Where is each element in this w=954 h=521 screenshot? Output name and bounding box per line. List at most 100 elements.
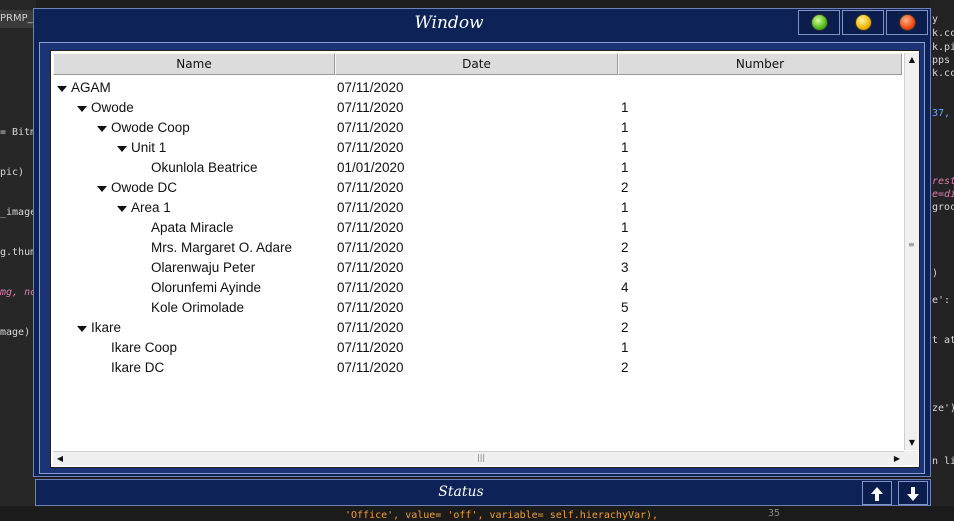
tree-row[interactable]: Owode DC 07/11/2020 2 xyxy=(51,178,903,198)
row-date: 07/11/2020 xyxy=(337,240,404,255)
row-date: 07/11/2020 xyxy=(337,280,404,295)
expand-triangle-icon[interactable] xyxy=(57,86,67,92)
column-header-name[interactable]: Name xyxy=(53,53,335,75)
background-code: t at xyxy=(932,335,954,346)
status-label: Status xyxy=(438,484,484,500)
row-name: Olorunfemi Ayinde xyxy=(151,280,262,295)
expand-triangle-icon[interactable] xyxy=(117,206,127,212)
tree-row[interactable]: AGAM 07/11/2020 xyxy=(51,78,903,98)
background-code: pic) xyxy=(0,167,25,178)
arrow-up-icon xyxy=(871,487,883,501)
background-code: rest xyxy=(932,176,954,187)
background-code: k.pi xyxy=(932,42,954,53)
tree-row[interactable]: Area 1 07/11/2020 1 xyxy=(51,198,903,218)
tree-row[interactable]: Ikare DC 07/11/2020 2 xyxy=(51,358,903,378)
row-number: 1 xyxy=(621,100,629,115)
tree-row[interactable]: Ikare 07/11/2020 2 xyxy=(51,318,903,338)
background-code: e=di xyxy=(932,189,954,200)
background-line-number: 35 xyxy=(768,508,781,519)
background-code: groc xyxy=(932,202,954,213)
tree-row[interactable]: Mrs. Margaret O. Adare 07/11/2020 2 xyxy=(51,238,903,258)
expand-triangle-icon[interactable] xyxy=(97,126,107,132)
row-date: 07/11/2020 xyxy=(337,320,404,335)
background-code: k.cc xyxy=(932,68,954,79)
scroll-left-icon[interactable]: ◀ xyxy=(53,452,67,466)
tree-row[interactable]: Olarenwaju Peter 07/11/2020 3 xyxy=(51,258,903,278)
row-name: Ikare xyxy=(91,320,122,335)
row-name: Olarenwaju Peter xyxy=(151,260,256,275)
close-button[interactable] xyxy=(886,10,928,35)
row-name: Apata Miracle xyxy=(151,220,234,235)
row-name: Okunlola Beatrice xyxy=(151,160,258,175)
tree-row[interactable]: Owode 07/11/2020 1 xyxy=(51,98,903,118)
expand-triangle-icon[interactable] xyxy=(97,186,107,192)
row-name: Ikare DC xyxy=(111,360,165,375)
row-name: Owode Coop xyxy=(111,120,190,135)
arrow-up-button[interactable] xyxy=(862,481,892,505)
scroll-grip-icon[interactable]: ≡ xyxy=(908,240,915,249)
scroll-grip-icon[interactable]: ||| xyxy=(477,453,485,462)
background-code: n li xyxy=(932,456,954,467)
row-date: 07/11/2020 xyxy=(337,180,404,195)
row-number: 2 xyxy=(621,360,629,375)
scrollbar-corner xyxy=(904,451,918,465)
vertical-scrollbar[interactable]: ▲ ≡ ▼ xyxy=(904,53,919,450)
background-code: 37, xyxy=(932,108,951,119)
row-name: Unit 1 xyxy=(131,140,167,155)
expand-triangle-icon[interactable] xyxy=(77,106,87,112)
background-code: mg, nc xyxy=(0,287,37,298)
row-date: 07/11/2020 xyxy=(337,140,404,155)
row-number: 1 xyxy=(621,200,629,215)
minimize-button[interactable] xyxy=(842,10,884,35)
row-date: 07/11/2020 xyxy=(337,200,404,215)
horizontal-scrollbar[interactable]: ◀ ||| ▶ xyxy=(53,451,904,466)
row-date: 07/11/2020 xyxy=(337,360,404,375)
row-name: Owode DC xyxy=(111,180,178,195)
scroll-down-icon[interactable]: ▼ xyxy=(905,436,919,450)
tree-row[interactable]: Olorunfemi Ayinde 07/11/2020 4 xyxy=(51,278,903,298)
background-code: mage) xyxy=(0,327,31,338)
row-number: 2 xyxy=(621,240,629,255)
content-frame: Name Date Number AGAM 07/11/2020 Owode 07/1… xyxy=(39,42,925,474)
tree-row[interactable]: Owode Coop 07/11/2020 1 xyxy=(51,118,903,138)
tree-row[interactable]: Apata Miracle 07/11/2020 1 xyxy=(51,218,903,238)
row-date: 07/11/2020 xyxy=(337,220,404,235)
tree-view[interactable]: Name Date Number AGAM 07/11/2020 Owode 07/1… xyxy=(50,50,920,468)
scroll-right-icon[interactable]: ▶ xyxy=(890,452,904,466)
scroll-up-icon[interactable]: ▲ xyxy=(905,53,919,67)
window-title: Window xyxy=(414,13,484,33)
background-tab: PRMP_I xyxy=(0,10,34,28)
row-date: 07/11/2020 xyxy=(337,120,404,135)
maximize-button[interactable] xyxy=(798,10,840,35)
row-name: Kole Orimolade xyxy=(151,300,245,315)
column-header-date[interactable]: Date xyxy=(335,53,618,75)
tree-row[interactable]: Okunlola Beatrice 01/01/2020 1 xyxy=(51,158,903,178)
background-code: = Bitm xyxy=(0,127,37,138)
column-header-number[interactable]: Number xyxy=(618,53,902,75)
yellow-circle-icon xyxy=(855,14,872,31)
row-date: 07/11/2020 xyxy=(337,260,404,275)
background-code: ) xyxy=(932,268,939,279)
title-bar[interactable]: Window xyxy=(34,9,930,37)
expand-triangle-icon[interactable] xyxy=(117,146,127,152)
tree-row[interactable]: Ikare Coop 07/11/2020 1 xyxy=(51,338,903,358)
row-date: 07/11/2020 xyxy=(337,340,404,355)
background-code: 'Office', value= 'off', variable= self.h… xyxy=(345,510,659,521)
row-number: 1 xyxy=(621,160,629,175)
expand-triangle-icon[interactable] xyxy=(77,326,87,332)
tree-row[interactable]: Kole Orimolade 07/11/2020 5 xyxy=(51,298,903,318)
row-number: 3 xyxy=(621,260,629,275)
row-name: Area 1 xyxy=(131,200,171,215)
tree-row[interactable]: Unit 1 07/11/2020 1 xyxy=(51,138,903,158)
row-name: Owode xyxy=(91,100,134,115)
main-window: Window Name Date Number AGAM 07/11/2020 Ow… xyxy=(33,8,931,477)
row-number: 5 xyxy=(621,300,629,315)
row-number: 1 xyxy=(621,120,629,135)
arrow-down-button[interactable] xyxy=(898,481,928,505)
row-number: 4 xyxy=(621,280,629,295)
background-code: k.cc xyxy=(932,28,954,39)
row-name: AGAM xyxy=(71,80,111,95)
row-number: 2 xyxy=(621,320,629,335)
background-code: e': xyxy=(932,295,951,306)
green-circle-icon xyxy=(811,14,828,31)
